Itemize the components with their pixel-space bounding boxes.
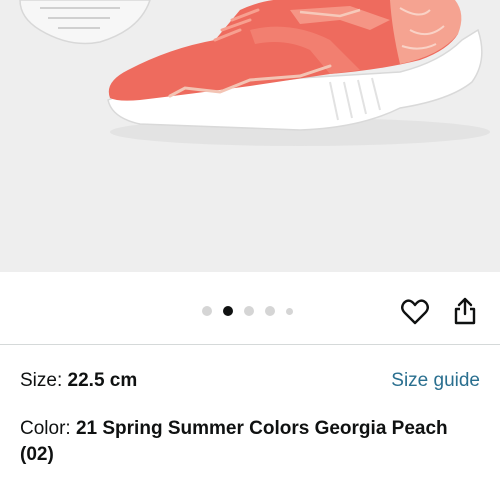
size-guide-link[interactable]: Size guide — [391, 368, 480, 394]
size-value: 22.5 cm — [67, 370, 138, 391]
pagination-dot[interactable] — [244, 306, 254, 316]
size-label: Size: — [20, 370, 68, 391]
product-page: Size: 22.5 cm Size guide Color: 21 Sprin… — [0, 0, 500, 500]
heart-outline-icon — [401, 299, 429, 325]
share-icon — [454, 297, 476, 325]
size-selection-row[interactable]: Size: 22.5 cm Size guide — [20, 368, 482, 394]
color-label: Color: — [20, 418, 76, 439]
color-selection-row[interactable]: Color: 21 Spring Summer Colors Georgia P… — [20, 416, 482, 468]
sneaker-product-image — [19, 0, 490, 146]
section-divider — [0, 344, 500, 345]
pagination-dot[interactable] — [202, 306, 212, 316]
pagination-dots[interactable] — [202, 305, 304, 317]
pagination-dot[interactable] — [286, 307, 293, 315]
pagination-dot-active[interactable] — [223, 306, 233, 316]
pagination-dot[interactable] — [265, 306, 275, 316]
wishlist-button[interactable] — [399, 296, 431, 328]
product-image-gallery[interactable] — [0, 0, 500, 272]
gallery-controls — [0, 272, 500, 344]
share-button[interactable] — [449, 294, 481, 328]
color-value: 21 Spring Summer Colors Georgia Peach (0… — [20, 418, 448, 465]
